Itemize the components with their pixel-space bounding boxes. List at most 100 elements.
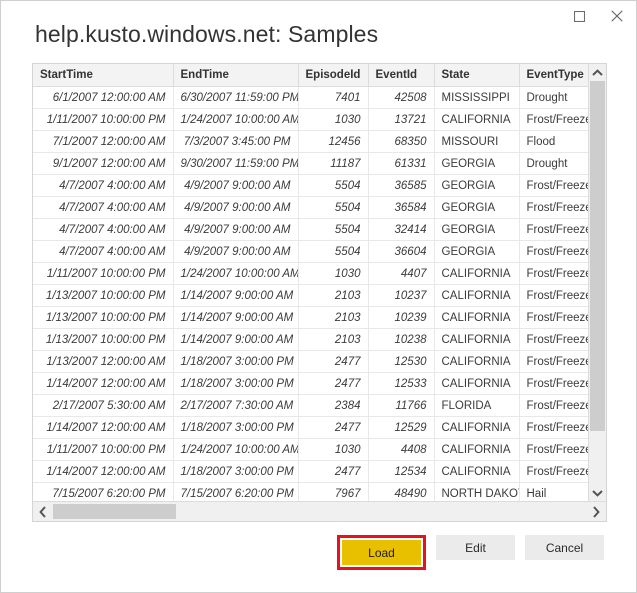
grid-scroll-viewport[interactable]: StartTime EndTime EpisodeId EventId Stat… xyxy=(33,64,588,501)
cancel-button[interactable]: Cancel xyxy=(525,535,604,560)
cell-state: GEORGIA xyxy=(434,175,519,197)
table-row[interactable]: 1/11/2007 10:00:00 PM1/24/2007 10:00:00 … xyxy=(33,439,588,461)
table-row[interactable]: 4/7/2007 4:00:00 AM4/9/2007 9:00:00 AM55… xyxy=(33,175,588,197)
cell-eventid: 48490 xyxy=(368,483,434,502)
cell-state: CALIFORNIA xyxy=(434,329,519,351)
table-row[interactable]: 1/13/2007 10:00:00 PM1/14/2007 9:00:00 A… xyxy=(33,329,588,351)
cell-eventtype: Flood xyxy=(519,131,588,153)
cell-episodeid: 5504 xyxy=(298,175,368,197)
vertical-scrollbar[interactable] xyxy=(588,64,606,501)
cell-eventid: 12530 xyxy=(368,351,434,373)
table-row[interactable]: 4/7/2007 4:00:00 AM4/9/2007 9:00:00 AM55… xyxy=(33,219,588,241)
load-button-highlight: Load xyxy=(337,535,426,570)
scroll-down-button[interactable] xyxy=(589,484,606,501)
cell-starttime: 1/13/2007 10:00:00 PM xyxy=(33,329,173,351)
table-row[interactable]: 9/1/2007 12:00:00 AM9/30/2007 11:59:00 P… xyxy=(33,153,588,175)
cell-episodeid: 5504 xyxy=(298,219,368,241)
edit-button[interactable]: Edit xyxy=(436,535,515,560)
cell-episodeid: 7967 xyxy=(298,483,368,502)
column-header-eventtype[interactable]: EventType xyxy=(519,64,588,87)
cell-endtime: 1/18/2007 3:00:00 PM xyxy=(173,461,298,483)
close-button[interactable] xyxy=(598,1,636,31)
cell-episodeid: 1030 xyxy=(298,109,368,131)
cell-eventtype: Frost/Freeze xyxy=(519,417,588,439)
cell-eventtype: Frost/Freeze xyxy=(519,285,588,307)
table-row[interactable]: 4/7/2007 4:00:00 AM4/9/2007 9:00:00 AM55… xyxy=(33,241,588,263)
cell-eventid: 10238 xyxy=(368,329,434,351)
column-header-eventid[interactable]: EventId xyxy=(368,64,434,87)
cell-state: GEORGIA xyxy=(434,153,519,175)
cell-state: NORTH DAKOTA xyxy=(434,483,519,502)
maximize-button[interactable] xyxy=(560,1,598,31)
cell-eventid: 42508 xyxy=(368,87,434,109)
scroll-right-button[interactable] xyxy=(586,506,606,518)
horizontal-scroll-thumb[interactable] xyxy=(53,504,176,519)
cell-starttime: 1/13/2007 10:00:00 PM xyxy=(33,307,173,329)
cell-eventid: 61331 xyxy=(368,153,434,175)
table-row[interactable]: 4/7/2007 4:00:00 AM4/9/2007 9:00:00 AM55… xyxy=(33,197,588,219)
table-row[interactable]: 1/14/2007 12:00:00 AM1/18/2007 3:00:00 P… xyxy=(33,461,588,483)
close-icon xyxy=(611,10,623,22)
cell-eventid: 68350 xyxy=(368,131,434,153)
cell-eventtype: Drought xyxy=(519,153,588,175)
horizontal-scroll-track[interactable] xyxy=(53,502,586,521)
table-header-row: StartTime EndTime EpisodeId EventId Stat… xyxy=(33,64,588,87)
load-button[interactable]: Load xyxy=(342,540,421,565)
table-row[interactable]: 2/17/2007 5:30:00 AM2/17/2007 7:30:00 AM… xyxy=(33,395,588,417)
table-row[interactable]: 1/14/2007 12:00:00 AM1/18/2007 3:00:00 P… xyxy=(33,417,588,439)
table-row[interactable]: 1/13/2007 10:00:00 PM1/14/2007 9:00:00 A… xyxy=(33,285,588,307)
cell-state: CALIFORNIA xyxy=(434,109,519,131)
data-preview-grid: StartTime EndTime EpisodeId EventId Stat… xyxy=(32,63,607,522)
table-body: 6/1/2007 12:00:00 AM6/30/2007 11:59:00 P… xyxy=(33,87,588,502)
vertical-scroll-thumb[interactable] xyxy=(590,81,605,431)
table-row[interactable]: 1/13/2007 10:00:00 PM1/14/2007 9:00:00 A… xyxy=(33,307,588,329)
maximize-icon xyxy=(574,11,585,22)
cell-eventtype: Hail xyxy=(519,483,588,502)
cell-endtime: 4/9/2007 9:00:00 AM xyxy=(173,175,298,197)
table-row[interactable]: 1/14/2007 12:00:00 AM1/18/2007 3:00:00 P… xyxy=(33,373,588,395)
cell-eventtype: Frost/Freeze xyxy=(519,219,588,241)
cell-starttime: 9/1/2007 12:00:00 AM xyxy=(33,153,173,175)
cell-eventid: 36604 xyxy=(368,241,434,263)
cell-episodeid: 2103 xyxy=(298,329,368,351)
preview-table: StartTime EndTime EpisodeId EventId Stat… xyxy=(33,64,588,501)
cell-starttime: 6/1/2007 12:00:00 AM xyxy=(33,87,173,109)
scroll-left-button[interactable] xyxy=(33,506,53,518)
cell-eventtype: Frost/Freeze xyxy=(519,373,588,395)
table-row[interactable]: 6/1/2007 12:00:00 AM6/30/2007 11:59:00 P… xyxy=(33,87,588,109)
cell-endtime: 1/24/2007 10:00:00 AM xyxy=(173,263,298,285)
cell-state: CALIFORNIA xyxy=(434,351,519,373)
column-header-episodeid[interactable]: EpisodeId xyxy=(298,64,368,87)
cell-endtime: 1/14/2007 9:00:00 AM xyxy=(173,329,298,351)
table-row[interactable]: 1/11/2007 10:00:00 PM1/24/2007 10:00:00 … xyxy=(33,263,588,285)
cell-starttime: 4/7/2007 4:00:00 AM xyxy=(33,175,173,197)
dialog-footer: Load Edit Cancel xyxy=(1,535,636,571)
chevron-left-icon xyxy=(39,506,47,518)
chevron-down-icon xyxy=(592,489,603,497)
cell-eventid: 12529 xyxy=(368,417,434,439)
cell-episodeid: 12456 xyxy=(298,131,368,153)
horizontal-scrollbar[interactable] xyxy=(33,501,606,521)
cell-eventtype: Frost/Freeze xyxy=(519,439,588,461)
table-row[interactable]: 1/13/2007 12:00:00 AM1/18/2007 3:00:00 P… xyxy=(33,351,588,373)
cell-state: CALIFORNIA xyxy=(434,461,519,483)
table-row[interactable]: 7/1/2007 12:00:00 AM7/3/2007 3:45:00 PM1… xyxy=(33,131,588,153)
cell-episodeid: 2103 xyxy=(298,285,368,307)
cell-state: GEORGIA xyxy=(434,219,519,241)
cell-starttime: 1/14/2007 12:00:00 AM xyxy=(33,373,173,395)
cell-endtime: 7/3/2007 3:45:00 PM xyxy=(173,131,298,153)
scroll-up-button[interactable] xyxy=(589,64,606,81)
column-header-endtime[interactable]: EndTime xyxy=(173,64,298,87)
column-header-starttime[interactable]: StartTime xyxy=(33,64,173,87)
cell-state: CALIFORNIA xyxy=(434,417,519,439)
vertical-scroll-track[interactable] xyxy=(589,81,606,484)
table-row[interactable]: 7/15/2007 6:20:00 PM7/15/2007 6:20:00 PM… xyxy=(33,483,588,502)
table-row[interactable]: 1/11/2007 10:00:00 PM1/24/2007 10:00:00 … xyxy=(33,109,588,131)
column-header-state[interactable]: State xyxy=(434,64,519,87)
cell-starttime: 1/13/2007 12:00:00 AM xyxy=(33,351,173,373)
cell-endtime: 1/18/2007 3:00:00 PM xyxy=(173,373,298,395)
cell-episodeid: 2384 xyxy=(298,395,368,417)
cell-episodeid: 5504 xyxy=(298,197,368,219)
cell-eventtype: Frost/Freeze xyxy=(519,329,588,351)
cell-starttime: 7/15/2007 6:20:00 PM xyxy=(33,483,173,502)
